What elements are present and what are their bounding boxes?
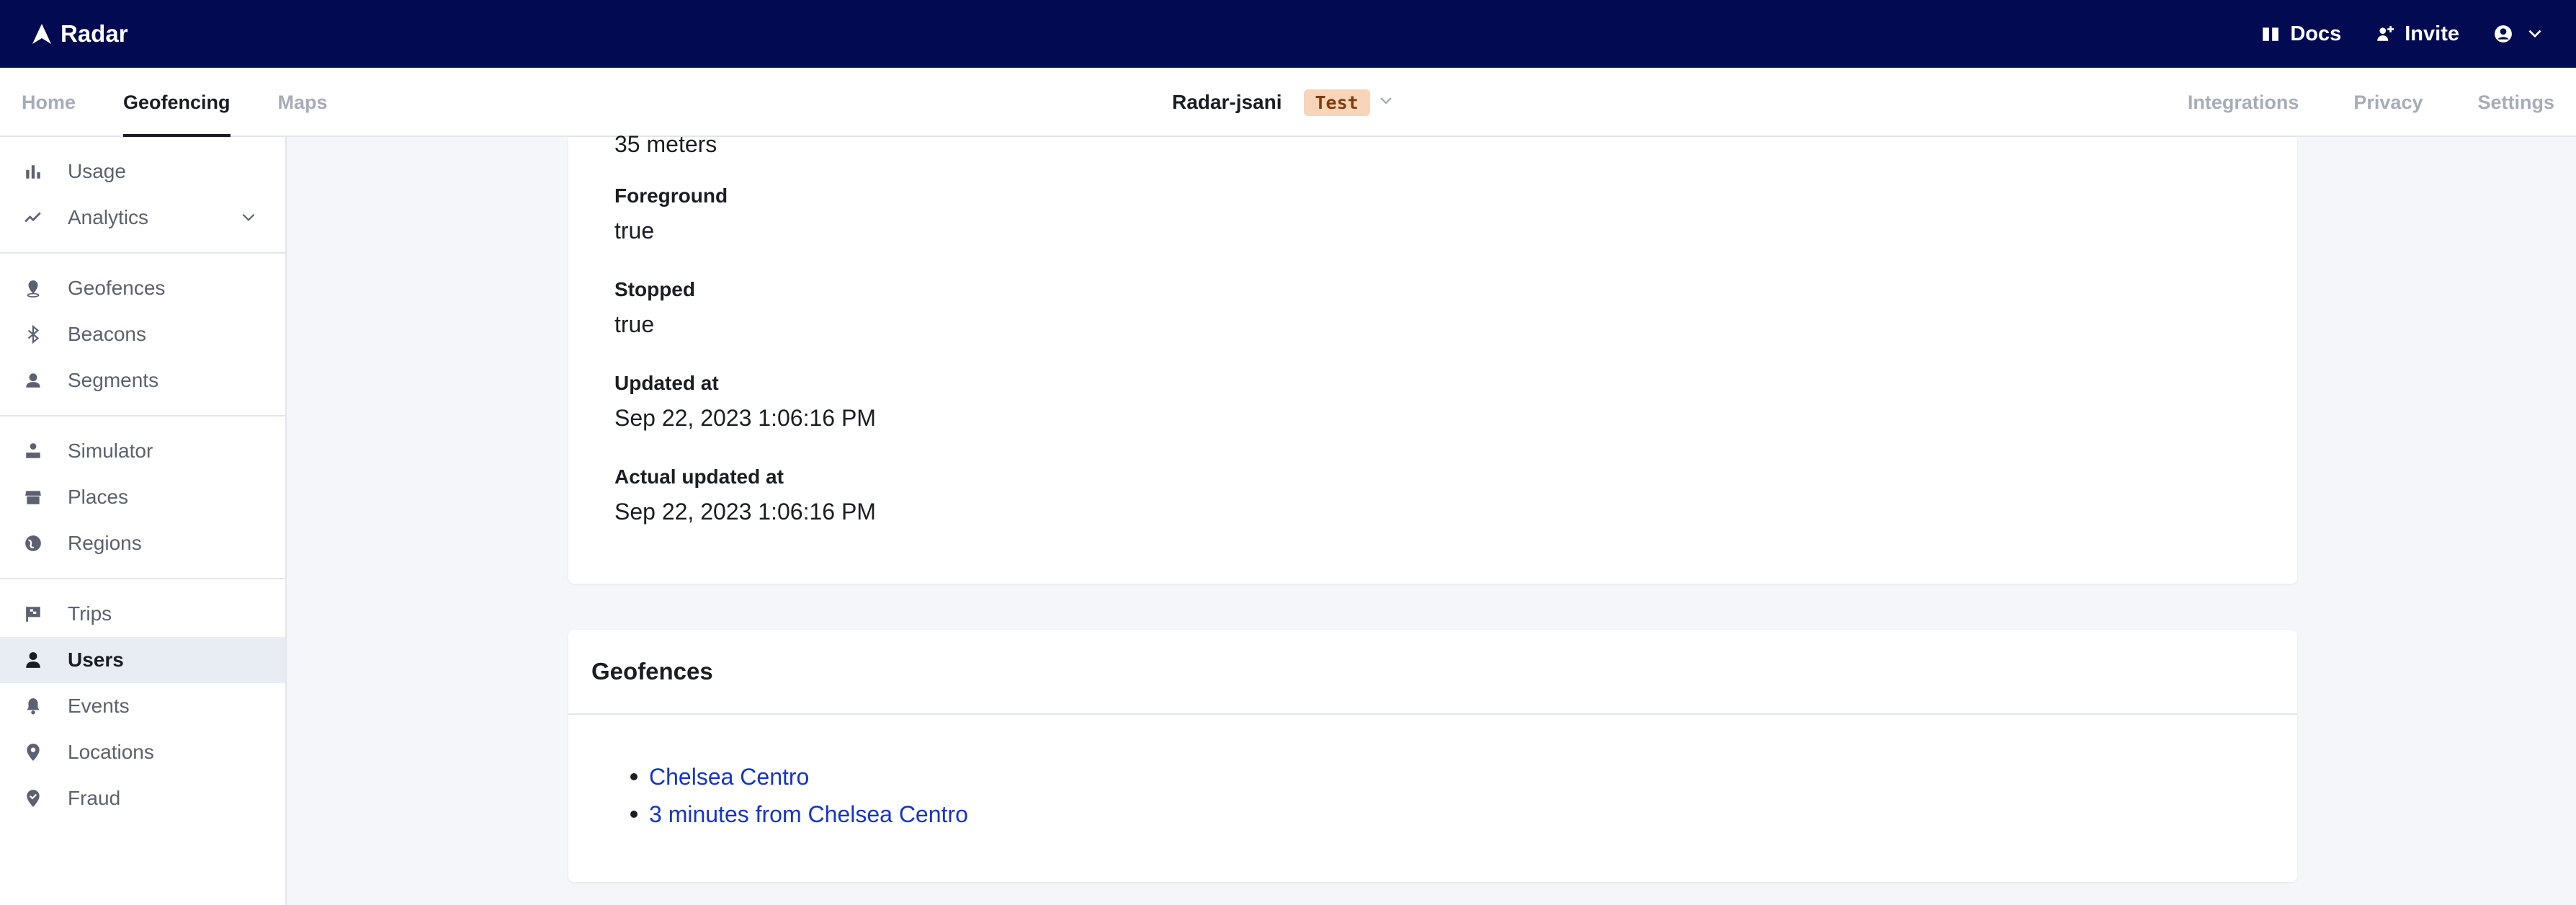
store-icon bbox=[25, 491, 41, 504]
sidebar-item-events[interactable]: Events bbox=[0, 683, 285, 729]
geofence-link[interactable]: Chelsea Centro bbox=[649, 758, 809, 795]
tab-maps[interactable]: Maps bbox=[278, 68, 328, 137]
sidebar-item-label: Analytics bbox=[68, 206, 149, 228]
sidebar-item-label: Geofences bbox=[68, 277, 166, 299]
bar-chart-icon bbox=[26, 165, 40, 179]
brand-logo[interactable]: Radar bbox=[32, 20, 128, 48]
stopped-label: Stopped bbox=[614, 278, 695, 300]
sidebar-item-label: Beacons bbox=[68, 323, 146, 345]
brand-name: Radar bbox=[61, 20, 128, 47]
sidebar-item-fraud[interactable]: Fraud bbox=[0, 775, 285, 821]
invite-label: Invite bbox=[2405, 22, 2459, 45]
bluetooth-icon bbox=[27, 325, 40, 344]
sub-nav: Home Geofencing Maps Radar-jsani Test In… bbox=[0, 68, 2576, 137]
updated-at-label: Updated at bbox=[614, 372, 719, 394]
bullet-icon bbox=[630, 773, 638, 780]
geofences-list: Chelsea Centro 3 minutes from Chelsea Ce… bbox=[630, 758, 968, 833]
list-item: 3 minutes from Chelsea Centro bbox=[630, 795, 968, 833]
tab-integrations[interactable]: Integrations bbox=[2188, 68, 2299, 137]
foreground-field: Foreground true bbox=[614, 184, 728, 244]
user-details-card: 35 meters Foreground true Stopped true U… bbox=[568, 131, 2297, 584]
sidebar-item-users[interactable]: Users bbox=[0, 637, 285, 683]
book-icon bbox=[2263, 27, 2279, 41]
project-name: Radar-jsani bbox=[1172, 91, 1282, 113]
sidebar-item-label: Simulator bbox=[68, 440, 153, 462]
sidebar-item-label: Places bbox=[68, 486, 129, 508]
actual-updated-at-field: Actual updated at Sep 22, 2023 1:06:16 P… bbox=[614, 465, 876, 525]
list-item: Chelsea Centro bbox=[630, 758, 968, 795]
accuracy-field: 35 meters bbox=[614, 131, 717, 158]
project-selector[interactable]: Radar-jsani Test bbox=[1172, 68, 1395, 137]
sidebar-group: Usage Analytics bbox=[0, 137, 285, 254]
flag-icon bbox=[26, 607, 40, 622]
globe-icon bbox=[25, 535, 41, 551]
geofences-title: Geofences bbox=[568, 630, 2297, 715]
accuracy-value: 35 meters bbox=[614, 131, 717, 157]
add-user-icon bbox=[2377, 26, 2394, 41]
sidebar-item-segments[interactable]: Segments bbox=[0, 357, 285, 404]
updated-at-field: Updated at Sep 22, 2023 1:06:16 PM bbox=[614, 372, 876, 432]
chevron-down-icon bbox=[2528, 30, 2541, 38]
sidebar-item-label: Fraud bbox=[68, 787, 121, 809]
tab-settings[interactable]: Settings bbox=[2477, 68, 2554, 137]
geofences-card: Geofences Chelsea Centro 3 minutes from … bbox=[568, 630, 2297, 882]
sidebar: Usage Analytics Geofences Beacons Segmen… bbox=[0, 137, 287, 905]
trend-icon bbox=[24, 212, 41, 223]
actual-updated-at-label: Actual updated at bbox=[614, 465, 784, 488]
sidebar-item-label: Segments bbox=[68, 369, 159, 391]
sidebar-item-usage[interactable]: Usage bbox=[0, 148, 285, 195]
foreground-value: true bbox=[614, 218, 655, 244]
top-bar: Radar Docs Invite bbox=[0, 0, 2576, 68]
environment-badge: Test bbox=[1303, 89, 1370, 116]
foreground-label: Foreground bbox=[614, 184, 728, 207]
pin-icon bbox=[27, 744, 40, 761]
chevron-down-icon[interactable] bbox=[239, 208, 258, 226]
chevron-down-icon bbox=[1380, 97, 1392, 104]
account-menu[interactable] bbox=[2494, 24, 2544, 43]
tab-privacy[interactable]: Privacy bbox=[2353, 68, 2423, 137]
docs-label: Docs bbox=[2290, 22, 2342, 45]
docs-button[interactable]: Docs bbox=[2261, 22, 2341, 46]
updated-at-value: Sep 22, 2023 1:06:16 PM bbox=[614, 405, 876, 431]
tab-geofencing[interactable]: Geofencing bbox=[123, 68, 231, 137]
sidebar-group: Geofences Beacons Segments bbox=[0, 254, 285, 416]
account-icon bbox=[2495, 25, 2512, 43]
sidebar-item-label: Events bbox=[68, 695, 130, 717]
actual-updated-at-value: Sep 22, 2023 1:06:16 PM bbox=[614, 499, 876, 525]
sidebar-item-places[interactable]: Places bbox=[0, 474, 285, 520]
sidebar-item-locations[interactable]: Locations bbox=[0, 729, 285, 775]
sidebar-group: Trips Users Events Locations Fraud bbox=[0, 579, 285, 833]
sidebar-item-label: Users bbox=[68, 648, 124, 671]
radar-logo-icon bbox=[32, 24, 51, 44]
sidebar-item-label: Trips bbox=[68, 602, 112, 625]
invite-button[interactable]: Invite bbox=[2376, 22, 2459, 46]
sidebar-item-beacons[interactable]: Beacons bbox=[0, 311, 285, 357]
stopped-value: true bbox=[614, 311, 655, 337]
bullet-icon bbox=[630, 811, 638, 818]
segment-icon bbox=[26, 373, 40, 388]
shield-pin-icon bbox=[27, 790, 40, 807]
geofence-pin-icon bbox=[27, 280, 40, 298]
sidebar-item-geofences[interactable]: Geofences bbox=[0, 265, 285, 311]
simulator-icon bbox=[26, 443, 40, 458]
sidebar-item-regions[interactable]: Regions bbox=[0, 520, 285, 566]
sidebar-item-label: Regions bbox=[68, 532, 142, 554]
bell-icon bbox=[27, 698, 40, 715]
sidebar-item-trips[interactable]: Trips bbox=[0, 591, 285, 637]
sidebar-item-analytics[interactable]: Analytics bbox=[0, 195, 285, 241]
sidebar-item-label: Usage bbox=[68, 160, 126, 182]
user-icon bbox=[26, 652, 40, 668]
geofence-link[interactable]: 3 minutes from Chelsea Centro bbox=[649, 795, 968, 833]
sidebar-item-label: Locations bbox=[68, 741, 154, 763]
tab-home[interactable]: Home bbox=[22, 68, 76, 137]
sidebar-item-simulator[interactable]: Simulator bbox=[0, 428, 285, 474]
stopped-field: Stopped true bbox=[614, 278, 695, 338]
sidebar-group: Simulator Places Regions bbox=[0, 416, 285, 579]
